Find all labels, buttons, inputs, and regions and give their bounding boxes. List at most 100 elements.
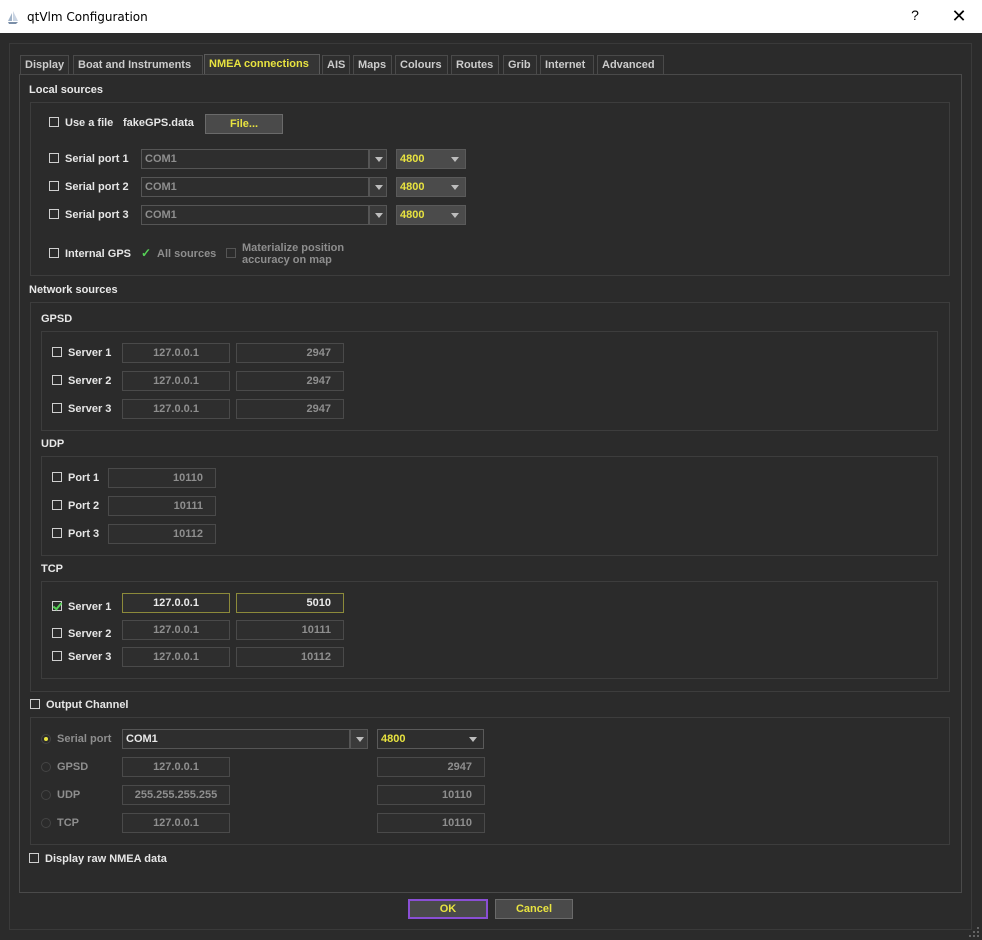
- gpsd-server-3-host[interactable]: 127.0.0.1: [122, 399, 230, 419]
- udp-port-2-label: Port 2: [68, 500, 100, 512]
- materialize-label-line2: accuracy on map: [242, 254, 332, 266]
- window-title: qtVlm Configuration: [27, 10, 148, 24]
- output-tcp-port[interactable]: 10110: [377, 813, 485, 833]
- gpsd-server-1-checkbox[interactable]: [52, 347, 62, 357]
- gpsd-server-3-port[interactable]: 2947: [236, 399, 344, 419]
- tcp-server-1-checkbox[interactable]: [52, 601, 62, 611]
- all-sources-label: All sources: [157, 248, 217, 260]
- output-gpsd-radio[interactable]: [41, 762, 51, 772]
- output-serial-select[interactable]: COM1: [122, 729, 350, 749]
- serial-port-2-select[interactable]: COM1: [141, 177, 369, 197]
- chevron-down-icon[interactable]: [369, 177, 387, 197]
- udp-port-1-checkbox[interactable]: [52, 472, 62, 482]
- app-icon: [8, 11, 18, 24]
- gpsd-server-1-host[interactable]: 127.0.0.1: [122, 343, 230, 363]
- udp-port-1-value[interactable]: 10110: [108, 468, 216, 488]
- chevron-down-icon[interactable]: [350, 729, 368, 749]
- tcp-server-1-host[interactable]: 127.0.0.1: [122, 593, 230, 613]
- tab-advanced[interactable]: Advanced: [597, 55, 664, 74]
- serial-port-3-checkbox[interactable]: [49, 209, 59, 219]
- tcp-server-1-port[interactable]: 5010: [236, 593, 344, 613]
- close-button[interactable]: ✕: [950, 6, 968, 26]
- tab-ais[interactable]: AIS: [322, 55, 350, 74]
- output-serial-label: Serial port: [57, 733, 112, 745]
- output-udp-label: UDP: [57, 789, 81, 801]
- file-button[interactable]: File...: [205, 114, 283, 134]
- internal-gps-checkbox[interactable]: [49, 248, 59, 258]
- tab-internet[interactable]: Internet: [540, 55, 594, 74]
- gpsd-server-2-host[interactable]: 127.0.0.1: [122, 371, 230, 391]
- tcp-server-2-checkbox[interactable]: [52, 628, 62, 638]
- gpsd-server-2-checkbox[interactable]: [52, 375, 62, 385]
- tcp-server-3-host[interactable]: 127.0.0.1: [122, 647, 230, 667]
- title-bar: qtVlm Configuration ? ✕: [0, 0, 982, 33]
- output-channel-checkbox[interactable]: [30, 699, 40, 709]
- internal-gps-label: Internal GPS: [65, 248, 132, 260]
- network-sources-title: Network sources: [29, 284, 118, 296]
- tcp-server-2-port[interactable]: 10111: [236, 620, 344, 640]
- output-gpsd-port[interactable]: 2947: [377, 757, 485, 777]
- output-serial-radio[interactable]: [41, 734, 51, 744]
- udp-port-2-value[interactable]: 10111: [108, 496, 216, 516]
- materialize-checkbox[interactable]: [226, 248, 236, 258]
- chevron-down-icon[interactable]: [369, 149, 387, 169]
- tcp-server-2-label: Server 2: [68, 628, 112, 640]
- output-tcp-radio[interactable]: [41, 818, 51, 828]
- udp-port-3-label: Port 3: [68, 528, 100, 540]
- output-serial-baud[interactable]: 4800: [377, 729, 484, 749]
- ok-button[interactable]: OK: [408, 899, 488, 919]
- udp-title: UDP: [41, 438, 65, 450]
- use-file-checkbox[interactable]: [49, 117, 59, 127]
- tab-nmea-connections[interactable]: NMEA connections: [204, 54, 320, 75]
- tab-maps[interactable]: Maps: [353, 55, 392, 74]
- udp-port-3-value[interactable]: 10112: [108, 524, 216, 544]
- gpsd-server-2-label: Server 2: [68, 375, 112, 387]
- gpsd-server-2-port[interactable]: 2947: [236, 371, 344, 391]
- output-udp-host[interactable]: 255.255.255.255: [122, 785, 230, 805]
- output-tcp-label: TCP: [57, 817, 79, 829]
- gpsd-server-3-checkbox[interactable]: [52, 403, 62, 413]
- tab-display[interactable]: Display: [20, 55, 69, 74]
- udp-port-3-checkbox[interactable]: [52, 528, 62, 538]
- serial-port-3-baud[interactable]: 4800: [396, 205, 466, 225]
- tcp-server-3-port[interactable]: 10112: [236, 647, 344, 667]
- tab-colours[interactable]: Colours: [395, 55, 448, 74]
- output-gpsd-host[interactable]: 127.0.0.1: [122, 757, 230, 777]
- gpsd-server-3-label: Server 3: [68, 403, 112, 415]
- use-file-label: Use a file: [65, 117, 114, 129]
- gpsd-server-1-label: Server 1: [68, 347, 112, 359]
- tcp-server-1-label: Server 1: [68, 601, 112, 613]
- tab-grib[interactable]: Grib: [503, 55, 537, 74]
- tab-boat-and-instruments[interactable]: Boat and Instruments: [73, 55, 203, 74]
- resize-grip-icon[interactable]: [968, 926, 980, 938]
- serial-port-1-select[interactable]: COM1: [141, 149, 369, 169]
- output-channel-label: Output Channel: [46, 699, 129, 711]
- serial-port-2-baud[interactable]: 4800: [396, 177, 466, 197]
- output-udp-radio[interactable]: [41, 790, 51, 800]
- chevron-down-icon[interactable]: [369, 205, 387, 225]
- materialize-label-line1: Materialize position: [242, 242, 345, 254]
- file-name: fakeGPS.data: [123, 117, 194, 129]
- tab-routes[interactable]: Routes: [451, 55, 499, 74]
- output-udp-port[interactable]: 10110: [377, 785, 485, 805]
- tcp-title: TCP: [41, 563, 63, 575]
- serial-port-3-select[interactable]: COM1: [141, 205, 369, 225]
- output-tcp-host[interactable]: 127.0.0.1: [122, 813, 230, 833]
- cancel-button[interactable]: Cancel: [495, 899, 573, 919]
- udp-port-2-checkbox[interactable]: [52, 500, 62, 510]
- serial-port-1-checkbox[interactable]: [49, 153, 59, 163]
- local-sources-title: Local sources: [29, 84, 103, 96]
- serial-port-3-label: Serial port 3: [65, 209, 129, 221]
- serial-port-1-label: Serial port 1: [65, 153, 129, 165]
- tcp-server-2-host[interactable]: 127.0.0.1: [122, 620, 230, 640]
- gpsd-server-1-port[interactable]: 2947: [236, 343, 344, 363]
- gpsd-title: GPSD: [41, 313, 73, 325]
- serial-port-1-baud[interactable]: 4800: [396, 149, 466, 169]
- serial-port-2-checkbox[interactable]: [49, 181, 59, 191]
- tcp-server-3-checkbox[interactable]: [52, 651, 62, 661]
- display-raw-nmea-checkbox[interactable]: [29, 853, 39, 863]
- tcp-server-3-label: Server 3: [68, 651, 112, 663]
- all-sources-check-icon[interactable]: ✓: [141, 246, 151, 260]
- help-button[interactable]: ?: [907, 7, 923, 23]
- output-gpsd-label: GPSD: [57, 761, 89, 773]
